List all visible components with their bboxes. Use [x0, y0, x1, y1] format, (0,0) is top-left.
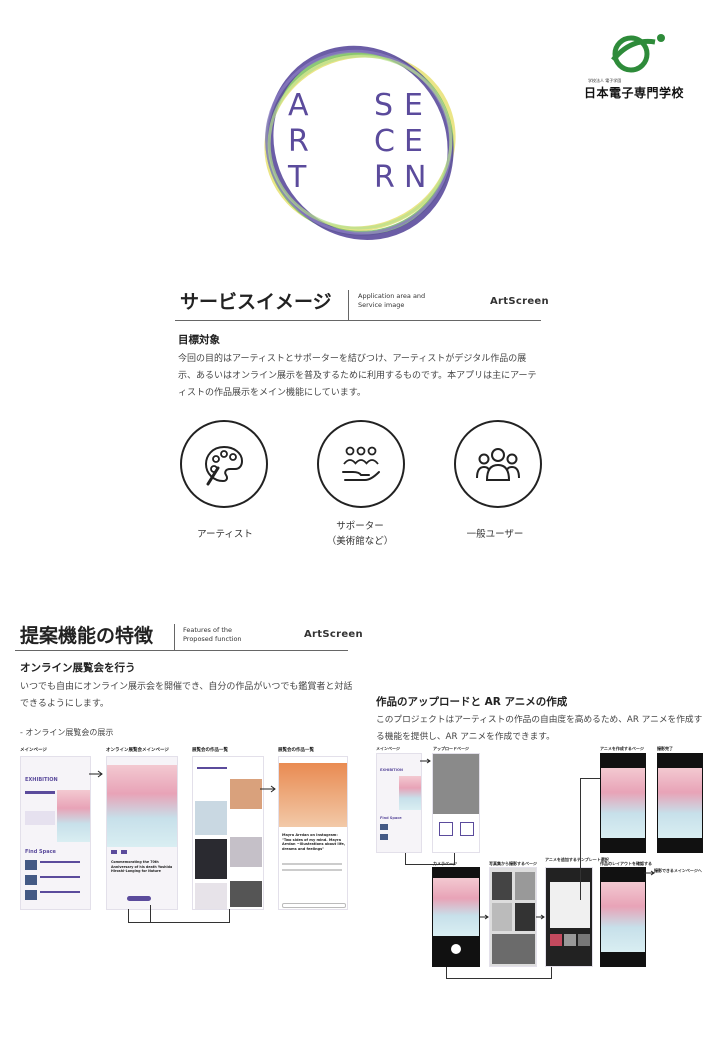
- mockup-r-upload: [432, 753, 480, 853]
- brand-label: ArtScreen: [490, 296, 549, 307]
- online-text: いつでも自由にオンライン展示会を開催でき、自分の作品がいつでも鑑賞者と対話できる…: [20, 682, 353, 709]
- users-icon: [476, 448, 520, 481]
- target-label-supporter: サポーター （美術館など）: [326, 521, 394, 547]
- section-en-label: Application area and Service image: [358, 292, 426, 309]
- section-en-label: Features of the Proposed function: [183, 626, 242, 643]
- arrow-right-icon: [536, 914, 545, 920]
- arrow-right-icon: [480, 914, 489, 920]
- mockup-r-main: EXHIBITION Find Space: [376, 753, 422, 853]
- logo-letter: C: [374, 124, 397, 159]
- arrow-right-icon: [89, 770, 103, 778]
- mockup-heading: EXHIBITION: [25, 777, 58, 783]
- mockup-r-photos: [489, 867, 537, 967]
- users-circle: [454, 420, 542, 508]
- flow-connector: [405, 853, 455, 865]
- divider: [348, 290, 349, 320]
- screen-label: オンライン展覧会メインページ: [106, 748, 169, 753]
- screen-label: アップロードページ: [433, 746, 469, 751]
- mockup-heading: EXHIBITION: [380, 768, 403, 772]
- screen-label: 展覧会の作品一覧: [278, 748, 314, 753]
- divider: [15, 650, 348, 651]
- screen-label: アニメを作成するページ: [600, 746, 644, 751]
- mockup-heading: Find Space: [25, 849, 56, 855]
- screen-label: 展覧会の作品一覧: [192, 748, 228, 753]
- logo-letter: T: [288, 160, 309, 195]
- supporter-circle: [317, 420, 405, 508]
- flow-connector: [150, 905, 151, 923]
- section-title-features: 提案機能の特徴: [20, 625, 154, 647]
- screen-label: 撮影完了: [657, 746, 673, 751]
- arrow-right-icon: [644, 870, 655, 876]
- logo-letter: N: [404, 160, 429, 195]
- arrow-right-icon: [260, 785, 276, 793]
- logo-letter: R: [374, 160, 397, 195]
- online-caption: - オンライン展覧会の展示: [20, 728, 114, 737]
- logo-letter: E: [404, 124, 425, 159]
- mockup-r-anime: [600, 753, 646, 853]
- upload-text: このプロジェクトはアーティストの作品の自由度を高めるため、AR アニメを作成する…: [376, 715, 703, 742]
- mockup-r-camera: [432, 867, 480, 967]
- logo-letter: R: [288, 124, 311, 159]
- palette-icon: [204, 445, 244, 486]
- flow-connector: [446, 967, 552, 979]
- flow-connector: [580, 778, 600, 900]
- mockup-title: Mayra Arrdan on Instagram: "Two sides of…: [282, 833, 346, 851]
- goal-text: 今回の目的はアーティストとサポーターを結びつけ、アーティストがデジタル作品の展示…: [178, 354, 537, 398]
- mockup-title: Commemorating the 70th Anniversary of hi…: [111, 860, 173, 873]
- logo-letters: A R T S E C E R N: [288, 88, 438, 198]
- screen-label: メインページ: [20, 748, 47, 753]
- flow-note: 撮影できるメインページへ: [654, 868, 702, 873]
- mockup-r-layout: [600, 867, 646, 967]
- divider: [175, 320, 541, 321]
- mockup-works-list: [192, 756, 264, 910]
- brand-label: ArtScreen: [304, 629, 363, 640]
- logo-letter: S: [374, 88, 396, 123]
- online-heading: オンライン展覧会を行う: [20, 662, 136, 674]
- school-name: 日本電子専門学校: [584, 86, 685, 100]
- supporters-icon: [342, 446, 380, 481]
- upload-heading: 作品のアップロードと AR アニメの作成: [376, 696, 568, 708]
- mockup-work-detail: Mayra Arrdan on Instagram: "Two sides of…: [278, 756, 348, 910]
- mockup-r-done: [657, 753, 703, 853]
- logo-letter: E: [404, 88, 425, 123]
- goal-heading: 目標対象: [178, 334, 220, 346]
- mockup-heading: Find Space: [380, 816, 402, 820]
- flow-connector: [128, 909, 230, 923]
- arrow-right-icon: [420, 758, 431, 764]
- mockup-exhibition-main: Commemorating the 70th Anniversary of hi…: [106, 756, 178, 910]
- divider: [174, 624, 175, 650]
- section-title-service: サービスイメージ: [180, 291, 332, 313]
- artist-circle: [180, 420, 268, 508]
- target-label-users: 一般ユーザー: [466, 529, 524, 540]
- mockup-main-page: EXHIBITION Find Space: [20, 756, 91, 910]
- target-label-artist: アーティスト: [197, 529, 253, 540]
- screen-label: メインページ: [376, 746, 400, 751]
- logo-letter: A: [288, 88, 311, 123]
